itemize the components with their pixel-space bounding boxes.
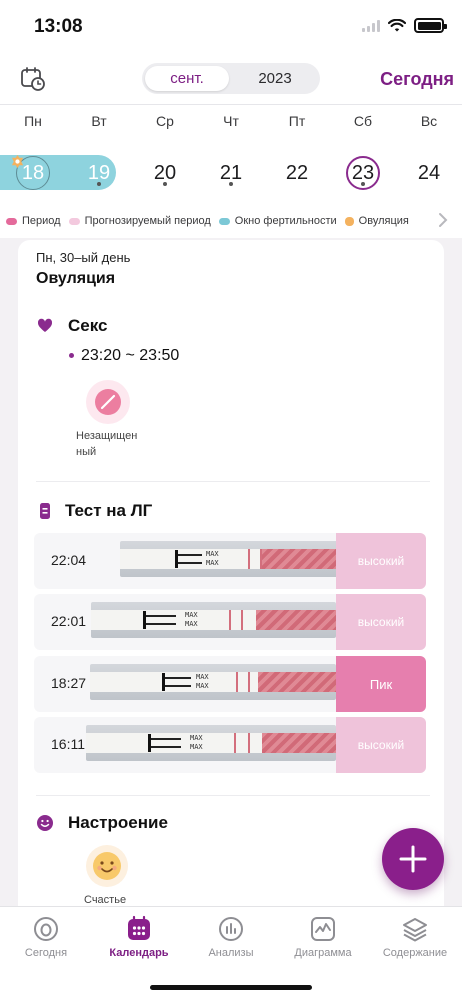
- weekday-label: Пт: [288, 113, 306, 129]
- unprotected-icon[interactable]: [86, 380, 130, 424]
- weekday-row: Пн Вт Ср Чт Пт Сб Вс: [0, 113, 462, 133]
- record-dot: [163, 182, 167, 186]
- strip-max-text: MAX: [185, 611, 198, 619]
- day-24[interactable]: 24: [409, 162, 449, 185]
- calendar-history-icon[interactable]: [20, 66, 46, 92]
- strip-max-text: MAX: [185, 620, 198, 628]
- calendar-icon: [128, 915, 150, 940]
- bullet-dot: [69, 353, 74, 358]
- tab-label: Анализы: [208, 947, 254, 959]
- legend-item: Период: [6, 215, 61, 227]
- mood-label: Счастье: [84, 894, 127, 906]
- content-icon: [403, 918, 427, 942]
- add-record-button[interactable]: [382, 828, 444, 890]
- lh-strip-photo: MAX MAX: [90, 664, 336, 700]
- legend-item: Окно фертильности: [218, 215, 337, 227]
- lh-test-row[interactable]: 18:27 MAX MAX Пик: [34, 656, 426, 712]
- strip-max-text: MAX: [206, 559, 219, 567]
- today-icon: [34, 917, 58, 941]
- status-time: 13:08: [34, 16, 83, 37]
- weekday-label: Вт: [91, 113, 107, 129]
- tab-today[interactable]: Сегодня: [0, 915, 92, 959]
- lh-time: 18:27: [51, 675, 87, 691]
- lh-strip-photo: MAX MAX: [120, 541, 340, 577]
- strip-max-text: MAX: [196, 673, 209, 681]
- section-divider: [36, 481, 430, 482]
- lh-test-row[interactable]: 22:04 MAX MAX высокий: [34, 533, 426, 589]
- legend: Период Прогнозируемый период Окно фертил…: [0, 210, 462, 232]
- tab-label: Календарь: [109, 947, 169, 959]
- lh-result-badge: высокий: [336, 533, 426, 589]
- strip-max-text: MAX: [190, 734, 203, 742]
- lh-test-row[interactable]: 16:11 MAX MAX высокий: [34, 717, 426, 773]
- lh-result-badge: Пик: [336, 656, 426, 712]
- plus-icon: [399, 845, 427, 873]
- sex-section-title: Секс: [68, 316, 108, 335]
- lh-test-row[interactable]: 22:01 MAX MAX высокий: [34, 594, 426, 650]
- tab-label: Содержание: [382, 947, 448, 959]
- strip-max-text: MAX: [206, 550, 219, 558]
- sex-time-range: 23:20 ~ 23:50: [81, 347, 180, 364]
- tab-label: Диаграмма: [294, 947, 352, 959]
- lh-test-icon: [40, 503, 50, 519]
- cellular-signal-icon: [362, 19, 380, 32]
- protection-label: Незащищен ный: [76, 430, 138, 458]
- legend-item: Прогнозируемый период: [68, 215, 211, 227]
- lh-result-badge: высокий: [336, 717, 426, 773]
- tab-label: Сегодня: [24, 947, 68, 959]
- today-button[interactable]: Сегодня: [380, 69, 454, 90]
- wifi-icon: [388, 18, 406, 31]
- month-year-toggle: сент. 2023: [142, 63, 320, 94]
- strip-max-text: MAX: [190, 743, 203, 751]
- home-indicator: [150, 985, 312, 990]
- record-dot: [229, 182, 233, 186]
- year-tab[interactable]: 2023: [232, 63, 318, 94]
- lh-strip-photo: MAX MAX: [86, 725, 336, 761]
- weekday-label: Пн: [24, 113, 42, 129]
- chart-icon: [311, 917, 335, 941]
- strip-max-text: MAX: [196, 682, 209, 690]
- day-phase: Овуляция: [36, 270, 116, 287]
- weekday-label: Ср: [156, 113, 174, 129]
- weekday-label: Сб: [353, 113, 373, 129]
- chevron-right-icon[interactable]: [436, 211, 450, 229]
- status-bar: 13:08: [0, 0, 462, 56]
- heart-icon: [37, 318, 53, 332]
- record-dot: [361, 182, 365, 186]
- lh-time: 22:01: [51, 613, 87, 629]
- tab-chart[interactable]: Диаграмма: [277, 915, 369, 959]
- tab-analysis[interactable]: Анализы: [185, 915, 277, 959]
- battery-icon: [414, 18, 447, 33]
- day-22[interactable]: 22: [277, 162, 317, 185]
- month-tab[interactable]: сент.: [145, 66, 229, 91]
- analysis-icon: [219, 917, 243, 941]
- weekday-label: Чт: [223, 113, 239, 129]
- tab-calendar[interactable]: Календарь: [93, 915, 185, 959]
- smiley-icon: [37, 815, 53, 831]
- status-icons: [362, 18, 447, 33]
- tab-content[interactable]: Содержание: [369, 915, 461, 959]
- legend-item: Овуляция: [344, 215, 409, 227]
- record-dot: [97, 182, 101, 186]
- calendar-header: сент. 2023 Сегодня: [0, 56, 462, 104]
- ovulation-marker-icon: [11, 155, 24, 168]
- day-title: Пн, 30–ый день: [36, 250, 131, 265]
- lh-test-section-title: Тест на ЛГ: [65, 501, 153, 520]
- weekday-label: Вс: [420, 113, 438, 129]
- lh-time: 22:04: [51, 552, 87, 568]
- mood-section-title: Настроение: [68, 813, 168, 832]
- section-divider: [36, 795, 430, 796]
- lh-result-badge: высокий: [336, 594, 426, 650]
- lh-strip-photo: MAX MAX: [91, 602, 336, 638]
- happy-mood-icon[interactable]: [86, 845, 128, 887]
- lh-time: 16:11: [51, 736, 85, 752]
